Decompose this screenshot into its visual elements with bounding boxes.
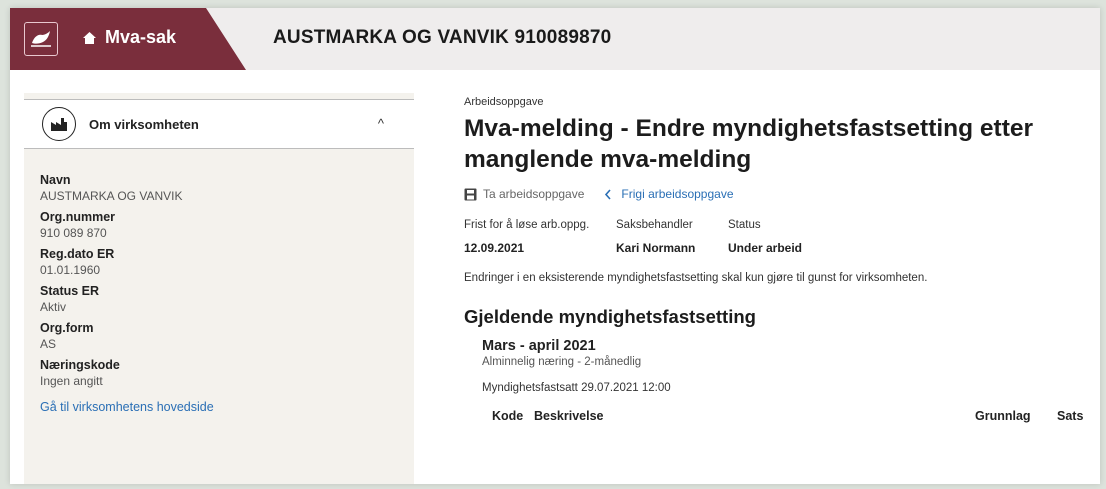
chevron-left-icon <box>605 188 612 200</box>
agency-logo[interactable] <box>24 22 58 56</box>
field-value-org-number: 910 089 870 <box>40 226 107 240</box>
field-label-industry-code: Næringskode <box>40 358 120 372</box>
handler-value: Kari Normann <box>616 241 696 255</box>
column-header-description: Beskrivelse <box>534 409 604 423</box>
field-value-reg-date: 01.01.1960 <box>40 263 101 277</box>
company-title: AUSTMARKA OG VANVIK 910089870 <box>273 27 612 48</box>
period-title: Mars - april 2021 <box>482 338 596 354</box>
home-icon <box>83 31 96 44</box>
company-main-page-link[interactable]: Gå til virksomhetens hovedside <box>40 400 410 414</box>
task-title: Mva-melding - Endre myndighetsfastsettin… <box>464 115 1034 173</box>
task-eyebrow: Arbeidsoppgave <box>464 96 544 108</box>
take-task-button[interactable]: Ta arbeidsoppgave <box>464 187 584 201</box>
task-notice: Endringer i en eksisterende myndighetsfa… <box>464 272 928 284</box>
table-header: Kode Beskrivelse Grunnlag Sats <box>482 409 1094 429</box>
about-company-title: Om virksomheten <box>89 117 199 132</box>
home-link[interactable]: Mva-sak <box>82 27 176 48</box>
save-icon <box>464 188 477 200</box>
task-meta: Frist for å løse arb.oppg. 12.09.2021 Sa… <box>464 219 1094 255</box>
task-actions: Ta arbeidsoppgave Frigi arbeidsoppgave <box>464 187 1094 201</box>
column-header-basis: Grunnlag <box>975 409 1031 423</box>
company-fields: Navn AUSTMARKA OG VANVIK Org.nummer 910 … <box>40 173 410 414</box>
app-window: Mva-sak AUSTMARKA OG VANVIK 910089870 Om… <box>10 8 1100 484</box>
status-label: Status <box>728 219 761 231</box>
field-label-reg-date: Reg.dato ER <box>40 247 115 261</box>
agency-logo-icon <box>31 31 51 47</box>
assessment-timestamp: Myndighetsfastsatt 29.07.2021 12:00 <box>482 382 671 394</box>
column-header-code: Kode <box>492 409 524 423</box>
field-label-org-form: Org.form <box>40 321 94 335</box>
task-panel: Arbeidsoppgave Mva-melding - Endre myndi… <box>464 96 1094 429</box>
deadline-value: 12.09.2021 <box>464 241 525 255</box>
take-task-label: Ta arbeidsoppgave <box>483 187 585 201</box>
about-company-toggle[interactable]: Om virksomheten ^ <box>24 99 414 149</box>
field-value-org-form: AS <box>40 337 57 351</box>
status-value: Under arbeid <box>728 241 803 255</box>
chevron-up-icon[interactable]: ^ <box>378 116 384 131</box>
company-sidebar: Om virksomheten ^ Navn AUSTMARKA OG VANV… <box>24 93 414 484</box>
column-header-rate: Sats <box>1057 409 1084 423</box>
period-block: Mars - april 2021 Alminnelig næring - 2-… <box>482 338 1094 429</box>
field-value-status: Aktiv <box>40 300 67 314</box>
handler-label: Saksbehandler <box>616 219 693 231</box>
release-task-button[interactable]: Frigi arbeidsoppgave <box>602 187 734 201</box>
factory-icon <box>42 107 76 141</box>
period-subtitle: Alminnelig næring - 2-månedlig <box>482 356 642 368</box>
release-task-label: Frigi arbeidsoppgave <box>621 187 734 201</box>
field-label-name: Navn <box>40 173 71 187</box>
home-link-label: Mva-sak <box>105 27 177 47</box>
current-assessment-heading: Gjeldende myndighetsfastsetting <box>464 306 756 327</box>
deadline-label: Frist for å løse arb.oppg. <box>464 219 590 231</box>
field-label-status: Status ER <box>40 284 100 298</box>
top-header: Mva-sak AUSTMARKA OG VANVIK 910089870 <box>10 8 1100 70</box>
field-value-industry-code: Ingen angitt <box>40 374 103 388</box>
field-label-org-number: Org.nummer <box>40 210 116 224</box>
field-value-name: AUSTMARKA OG VANVIK <box>40 189 183 203</box>
